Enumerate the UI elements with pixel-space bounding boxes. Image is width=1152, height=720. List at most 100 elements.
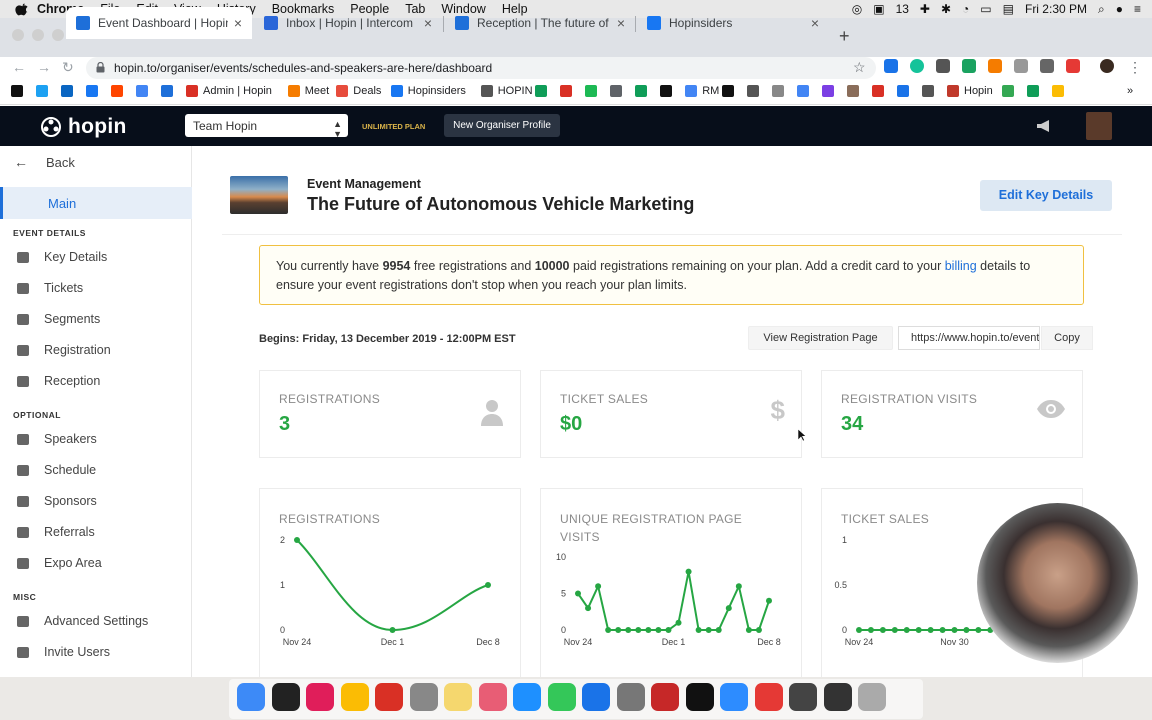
bookmark-item[interactable]: Deals bbox=[336, 85, 381, 97]
sidebar-item-main[interactable]: Main bbox=[0, 187, 192, 219]
sidebar-item-tickets[interactable]: Tickets bbox=[0, 277, 192, 299]
close-window-button[interactable] bbox=[12, 29, 24, 41]
sidebar-item-referrals[interactable]: Referrals bbox=[0, 521, 192, 543]
bookmark-item[interactable] bbox=[1026, 85, 1044, 97]
dock-app-icon[interactable] bbox=[547, 683, 576, 711]
team-select[interactable]: Team Hopin ▲ ▼ bbox=[185, 114, 348, 139]
bookmark-item[interactable]: Admin | Hopin bbox=[186, 85, 272, 97]
sidebar-item-segments[interactable]: Segments bbox=[0, 308, 192, 330]
menu-list-icon[interactable]: ≡ bbox=[1134, 2, 1141, 16]
dock-app-icon[interactable] bbox=[720, 683, 748, 711]
dock-app-icon[interactable] bbox=[582, 683, 610, 711]
reload-icon[interactable]: ↻ bbox=[62, 59, 74, 76]
dock-app-icon[interactable] bbox=[271, 683, 300, 711]
bookmark-item[interactable]: HOPIN bbox=[480, 85, 533, 97]
dock-app-icon[interactable] bbox=[685, 683, 714, 711]
extension-icon[interactable] bbox=[884, 59, 898, 73]
dock-app-icon[interactable] bbox=[616, 683, 645, 711]
back-link[interactable]: ← Back bbox=[14, 154, 75, 170]
close-tab-icon[interactable]: × bbox=[234, 15, 242, 31]
bookmark-item[interactable]: Hopinsiders bbox=[390, 85, 466, 97]
status-icon[interactable]: ▣ bbox=[873, 2, 884, 16]
chrome-menu-icon[interactable]: ⋮ bbox=[1128, 59, 1142, 76]
dock-app-icon[interactable] bbox=[375, 683, 403, 711]
camera-icon[interactable] bbox=[1014, 59, 1028, 73]
bookmark-item[interactable] bbox=[722, 85, 739, 97]
bookmark-item[interactable]: Hopin bbox=[947, 85, 993, 97]
close-tab-icon[interactable]: × bbox=[617, 15, 625, 31]
battery-icon[interactable]: ▭ bbox=[980, 2, 991, 16]
more-bookmarks-icon[interactable]: » bbox=[1127, 85, 1133, 97]
extension-icon[interactable] bbox=[936, 59, 950, 73]
bookmark-item[interactable] bbox=[660, 85, 677, 97]
bookmark-item[interactable] bbox=[797, 85, 814, 97]
grammarly-icon[interactable] bbox=[910, 59, 924, 73]
status-icon[interactable]: ✱ bbox=[941, 2, 951, 16]
search-icon[interactable]: ⌕ bbox=[1098, 2, 1105, 17]
bookmark-item[interactable] bbox=[1001, 85, 1019, 97]
bookmark-item[interactable] bbox=[136, 85, 153, 97]
bookmark-item[interactable] bbox=[872, 85, 889, 97]
back-icon[interactable]: ← bbox=[12, 59, 26, 75]
tab-3[interactable]: Reception | The future of autonom × bbox=[445, 7, 635, 39]
dock-app-icon[interactable] bbox=[823, 683, 852, 711]
bookmark-item[interactable] bbox=[847, 85, 864, 97]
megaphone-icon[interactable] bbox=[1036, 120, 1052, 132]
close-tab-icon[interactable]: × bbox=[424, 15, 432, 31]
apple-icon[interactable] bbox=[15, 2, 29, 16]
sidebar-item-speakers[interactable]: Speakers bbox=[0, 428, 192, 450]
dock-app-icon[interactable] bbox=[513, 683, 541, 711]
tab-2[interactable]: Inbox | Hopin | Intercom × bbox=[254, 7, 442, 39]
tab-4[interactable]: Hopinsiders × bbox=[637, 7, 829, 39]
edit-icon[interactable] bbox=[1040, 59, 1054, 73]
bookmark-item[interactable] bbox=[111, 85, 128, 97]
dock-app-icon[interactable] bbox=[237, 683, 265, 711]
billing-link[interactable]: billing bbox=[945, 259, 977, 273]
bookmark-item[interactable] bbox=[610, 85, 627, 97]
bookmark-item[interactable]: RM bbox=[685, 85, 719, 97]
sidebar-item-sponsors[interactable]: Sponsors bbox=[0, 490, 192, 512]
bookmark-star-icon[interactable]: ☆ bbox=[853, 59, 866, 76]
status-badge[interactable]: 13 bbox=[896, 2, 909, 16]
bookmark-item[interactable] bbox=[635, 85, 652, 97]
bookmark-item[interactable] bbox=[86, 85, 103, 97]
dock-app-icon[interactable] bbox=[478, 683, 507, 711]
view-registration-page-button[interactable]: View Registration Page bbox=[748, 326, 893, 350]
registration-url-field[interactable]: https://www.hopin.to/events/schedules-an… bbox=[898, 326, 1040, 350]
profile-avatar[interactable] bbox=[1100, 59, 1114, 73]
extension-icon[interactable] bbox=[962, 59, 976, 73]
sidebar-item-reception[interactable]: Reception bbox=[0, 370, 192, 392]
bookmark-item[interactable] bbox=[535, 85, 552, 97]
hopin-logo[interactable]: hopin bbox=[40, 115, 127, 139]
dock-app-icon[interactable] bbox=[409, 683, 438, 711]
sidebar-item-invite-users[interactable]: Invite Users bbox=[0, 641, 192, 663]
extension-icon[interactable] bbox=[988, 59, 1002, 73]
dock-app-icon[interactable] bbox=[754, 683, 783, 711]
bookmark-item[interactable] bbox=[61, 85, 78, 97]
status-icon[interactable]: ✚ bbox=[920, 2, 930, 16]
dock-app-icon[interactable] bbox=[306, 683, 334, 711]
bookmark-item[interactable] bbox=[747, 85, 764, 97]
bookmark-item[interactable] bbox=[36, 85, 53, 97]
dock-app-icon[interactable] bbox=[444, 683, 472, 711]
bookmark-item[interactable] bbox=[1051, 85, 1069, 97]
copy-button[interactable]: Copy bbox=[1041, 326, 1093, 350]
dock-app-icon[interactable] bbox=[340, 683, 369, 711]
tab-1[interactable]: Event Dashboard | Hopin × bbox=[66, 7, 252, 39]
extension-icon[interactable] bbox=[1066, 59, 1080, 73]
dock-app-icon[interactable] bbox=[789, 683, 817, 711]
sidebar-item-schedule[interactable]: Schedule bbox=[0, 459, 192, 481]
dock-app-icon[interactable] bbox=[858, 683, 886, 711]
new-tab-button[interactable]: + bbox=[839, 26, 850, 47]
url-bar[interactable]: hopin.to/organiser/events/schedules-and-… bbox=[86, 57, 876, 79]
bookmark-item[interactable] bbox=[161, 85, 178, 97]
close-tab-icon[interactable]: × bbox=[811, 15, 819, 31]
clock[interactable]: Fri 2:30 PM bbox=[1025, 2, 1087, 16]
dock-app-icon[interactable] bbox=[651, 683, 679, 711]
bookmark-item[interactable] bbox=[11, 85, 28, 97]
bookmark-item[interactable] bbox=[772, 85, 789, 97]
bookmark-item[interactable] bbox=[822, 85, 839, 97]
sidebar-item-advanced-settings[interactable]: Advanced Settings bbox=[0, 610, 192, 632]
siri-icon[interactable]: ● bbox=[1116, 2, 1123, 16]
wifi-icon[interactable]: ◔ bbox=[962, 2, 969, 16]
